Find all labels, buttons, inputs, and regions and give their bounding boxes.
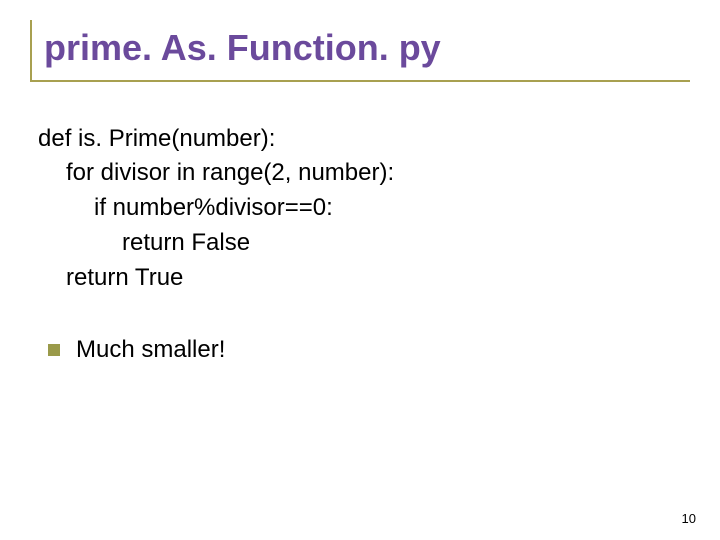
code-line: def is. Prime(number): — [38, 122, 690, 157]
slide: prime. As. Function. py def is. Prime(nu… — [0, 0, 720, 540]
page-number: 10 — [682, 511, 696, 526]
title-container: prime. As. Function. py — [30, 20, 690, 82]
square-bullet-icon — [48, 344, 60, 356]
slide-title: prime. As. Function. py — [44, 28, 690, 68]
code-line: return True — [38, 261, 690, 296]
code-line: if number%divisor==0: — [38, 191, 690, 226]
bullet-item: Much smaller! — [48, 336, 690, 364]
bullet-text: Much smaller! — [76, 336, 225, 364]
code-line: return False — [38, 226, 690, 261]
code-line: for divisor in range(2, number): — [38, 156, 690, 191]
code-block: def is. Prime(number): for divisor in ra… — [38, 122, 690, 296]
